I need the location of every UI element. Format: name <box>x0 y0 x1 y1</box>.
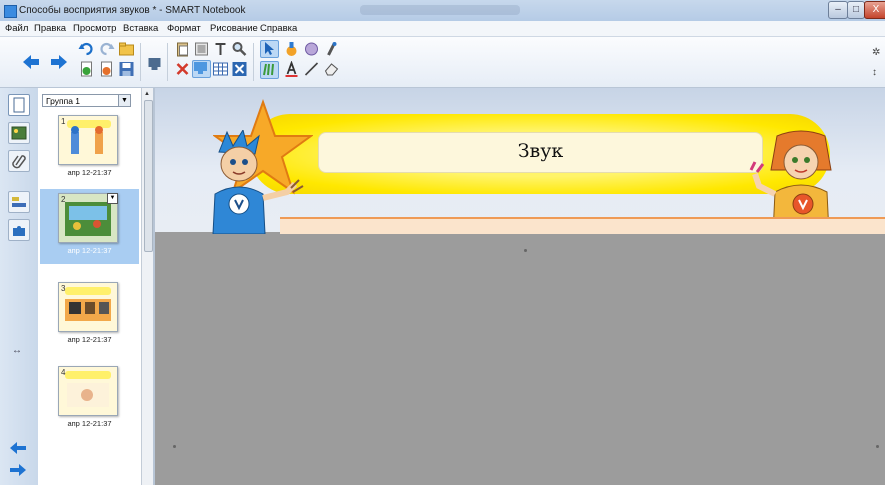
menu-format[interactable]: Формат <box>167 23 201 34</box>
whiteboard-canvas[interactable]: Звук <box>155 88 885 485</box>
window-title: Способы восприятия звуков * - SMART Note… <box>19 5 246 16</box>
delete-x-icon[interactable] <box>174 61 191 77</box>
properties-icon <box>12 197 26 207</box>
page-icon <box>13 97 25 113</box>
line-icon[interactable] <box>303 61 320 77</box>
maximize-button[interactable]: □ <box>847 1 865 19</box>
page-thumbnail-2[interactable]: 2 ▼ апр 12-21:37 <box>40 189 139 264</box>
background-window-title <box>360 5 520 15</box>
menu-edit[interactable]: Правка <box>34 23 66 34</box>
toolbar-move-icon[interactable]: ↕ <box>872 67 877 78</box>
paste-icon[interactable] <box>174 41 191 57</box>
paperclip-icon <box>12 155 26 169</box>
page-timestamp: апр 12-21:37 <box>67 168 112 177</box>
pens-icon <box>263 63 274 76</box>
move-sidebar-left-icon[interactable] <box>8 440 28 456</box>
close-button[interactable]: X <box>864 1 885 19</box>
open-folder-icon[interactable] <box>118 41 135 57</box>
content-box-top <box>280 217 885 234</box>
menu-draw[interactable]: Рисование <box>210 23 258 34</box>
move-sidebar-right-icon[interactable] <box>8 462 28 478</box>
slide-title: Звук <box>517 140 564 162</box>
slide-content: Звук <box>155 88 885 234</box>
title-box: Звук <box>318 132 763 173</box>
text-tool-icon[interactable] <box>212 41 229 57</box>
minimize-button[interactable]: – <box>828 1 848 19</box>
group-dropdown-value: Группа 1 <box>46 96 81 106</box>
gallery-icon <box>11 126 27 140</box>
menu-file[interactable]: Файл <box>5 23 28 34</box>
group-dropdown[interactable]: Группа 1 ▼ <box>42 94 131 107</box>
page-menu-icon[interactable]: ▼ <box>107 193 118 204</box>
side-tab-strip: ↔ <box>0 88 39 485</box>
gallery-tab[interactable] <box>8 122 30 144</box>
chevron-down-icon[interactable]: ▼ <box>118 95 130 106</box>
thumbnail-picture <box>65 371 111 407</box>
table-icon[interactable] <box>212 61 229 77</box>
gear-icon[interactable]: ✲ <box>872 47 880 58</box>
select-tool-button[interactable] <box>260 40 279 58</box>
measurement-tools-icon[interactable] <box>231 61 248 77</box>
page-number: 1 <box>61 117 66 126</box>
pen-icon[interactable] <box>283 41 300 57</box>
page-sorter-tab[interactable] <box>8 94 30 116</box>
eraser-icon[interactable] <box>323 61 340 77</box>
add-page-icon[interactable] <box>78 61 95 77</box>
menu-insert[interactable]: Вставка <box>123 23 158 34</box>
full-screen-icon[interactable] <box>193 41 210 57</box>
page-thumbnail-4[interactable]: 4 апр 12-21:37 <box>40 362 139 434</box>
screen-shade-button[interactable] <box>192 60 211 78</box>
page-sorter: Группа 1 ▼ 1 апр 12-21:37 2 ▼ апр 12-21:… <box>38 88 141 485</box>
page-timestamp: апр 12-21:37 <box>67 246 112 255</box>
page-number: 2 <box>61 195 66 204</box>
undo-icon[interactable] <box>78 41 95 57</box>
thumbnail-image: 3 <box>58 282 118 332</box>
pens-button[interactable] <box>260 61 279 79</box>
page-thumbnail-1[interactable]: 1 апр 12-21:37 <box>40 111 139 183</box>
canvas-marker <box>524 249 527 252</box>
attachments-tab[interactable] <box>8 150 30 172</box>
thumbnail-image: 1 <box>58 115 118 165</box>
screen-shade-icon <box>194 62 207 74</box>
main-toolbar: ✲ ↕ <box>0 37 885 88</box>
thumbnail-image: 4 <box>58 366 118 416</box>
menu-bar: Файл Правка Просмотр Вставка Формат Рисо… <box>0 21 885 37</box>
canvas-marker <box>876 445 879 448</box>
thumbnail-picture <box>67 120 111 154</box>
cursor-icon <box>265 42 274 55</box>
puzzle-icon <box>13 226 25 236</box>
document-camera-icon[interactable] <box>146 55 163 71</box>
page-timestamp: апр 12-21:37 <box>67 419 112 428</box>
thumbnail-image: 2 ▼ <box>58 193 118 243</box>
thumbnail-picture <box>65 287 111 321</box>
save-icon[interactable] <box>118 61 135 77</box>
fill-icon[interactable] <box>283 61 300 77</box>
page-timestamp: апр 12-21:37 <box>67 335 112 344</box>
properties-tab[interactable] <box>8 191 30 213</box>
app-icon <box>4 5 17 18</box>
page-number: 4 <box>61 368 66 377</box>
menu-view[interactable]: Просмотр <box>73 23 116 34</box>
creative-pen-icon[interactable] <box>303 41 320 57</box>
menu-help[interactable]: Справка <box>260 23 297 34</box>
redo-icon[interactable] <box>98 41 115 57</box>
canvas-marker <box>173 445 176 448</box>
scroll-up-icon[interactable]: ▲ <box>144 91 150 97</box>
addons-tab[interactable] <box>8 219 30 241</box>
arrow-left-icon[interactable] <box>20 51 42 73</box>
search-icon[interactable] <box>231 41 248 57</box>
page-number: 3 <box>61 284 66 293</box>
title-bar: Способы восприятия звуков * - SMART Note… <box>0 0 885 21</box>
delete-page-icon[interactable] <box>98 61 115 77</box>
page-thumbnail-3[interactable]: 3 апр 12-21:37 <box>40 278 139 350</box>
scrollbar-thumb[interactable] <box>144 100 153 252</box>
auto-hide-toggle-icon[interactable]: ↔ <box>12 345 22 356</box>
arrow-right-icon[interactable] <box>48 51 70 73</box>
magic-pen-icon[interactable] <box>323 41 340 57</box>
